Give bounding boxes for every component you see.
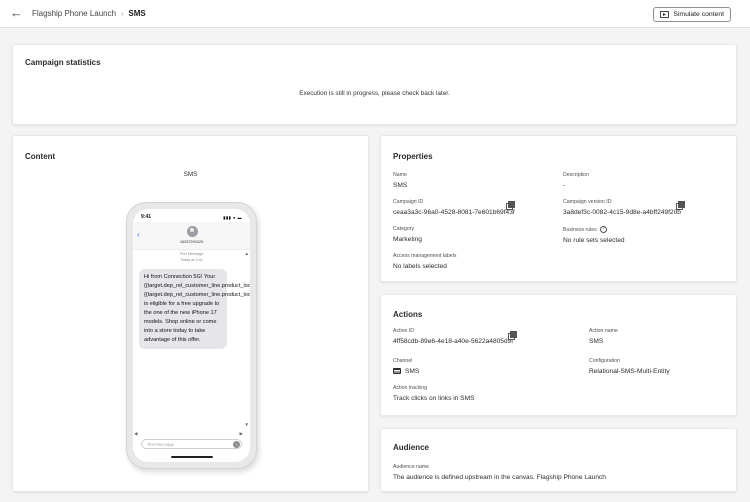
access-labels-field: Access management labels No labels selec…: [393, 253, 456, 270]
scroll-left-arrow-icon[interactable]: ◀: [134, 431, 137, 437]
breadcrumb-current: SMS: [128, 9, 146, 18]
audience-card: Audience Audience name The audience is d…: [380, 428, 737, 492]
business-rules-field: Business rules ? No rule sets selected: [563, 226, 625, 244]
action-name-field: Action name SMS: [589, 328, 618, 345]
simulate-content-label: Simulate content: [673, 11, 724, 18]
campaign-id-field: Campaign ID ceaa3a3c-96a0-4528-8081-7e60…: [393, 199, 515, 216]
channel-value-row: SMS: [393, 368, 419, 375]
thread-timestamp: Text Message Today at 9:41: [133, 252, 250, 263]
action-id-label: Action ID: [393, 328, 415, 334]
breadcrumb-campaign-link[interactable]: Flagship Phone Launch: [32, 9, 116, 18]
properties-title: Properties: [393, 152, 433, 161]
access-labels-value: No labels selected: [393, 263, 447, 270]
back-arrow-icon[interactable]: ←: [10, 6, 23, 19]
sender-number: 18337290025: [179, 240, 204, 244]
configuration-value: Relational-SMS-Multi-Entity: [589, 368, 670, 375]
business-rules-label-row: Business rules ?: [563, 226, 625, 233]
copy-campaign-version-icon[interactable]: [676, 201, 685, 210]
scroll-up-arrow-icon[interactable]: ▲: [245, 251, 249, 256]
configuration-field: Configuration Relational-SMS-Multi-Entit…: [589, 358, 670, 375]
audience-name-field: Audience name The audience is defined up…: [393, 464, 606, 481]
audience-name-value: The audience is defined upstream in the …: [393, 474, 606, 481]
thread-time: Today at 9:41: [180, 257, 203, 262]
action-tracking-label: Action tracking: [393, 385, 428, 391]
campaign-version-label: Campaign version ID: [563, 199, 612, 205]
statistics-status-message: Execution is still in progress, please c…: [299, 90, 450, 97]
campaign-statistics-title: Campaign statistics: [25, 58, 101, 67]
message-input-placeholder: Text Message: [147, 442, 175, 447]
scroll-right-arrow-icon[interactable]: ▶: [240, 431, 243, 437]
campaign-id-label: Campaign ID: [393, 199, 424, 205]
channel-field: Channel SMS: [393, 358, 419, 375]
action-id-field: Action ID 4ff58cdb-89e6-4e18-a40e-5622a4…: [393, 328, 513, 345]
phone-back-chevron-icon: ‹: [137, 230, 140, 239]
category-field: Category Marketing: [393, 226, 422, 243]
campaign-version-field: Campaign version ID 3a8def3c-0082-4c15-9…: [563, 199, 681, 216]
configuration-label: Configuration: [589, 358, 620, 364]
actions-title: Actions: [393, 310, 423, 319]
action-tracking-field: Action tracking Track clicks on links in…: [393, 385, 474, 402]
content-channel-label: SMS: [183, 171, 198, 178]
phone-time: 9:41: [141, 214, 152, 220]
channel-value: SMS: [405, 368, 420, 375]
phone-status-bar: 9:41 ▮▮▮ ● ▬: [141, 214, 242, 221]
breadcrumb: Flagship Phone Launch › SMS: [32, 9, 146, 18]
phone-preview: 9:41 ▮▮▮ ● ▬ ‹ 18337290025 Text Message …: [126, 202, 257, 469]
home-indicator: [170, 456, 213, 458]
properties-card: Properties Name SMS Description - Campai…: [380, 135, 737, 282]
content-card: Content SMS 9:41 ▮▮▮ ● ▬ ‹ 18337290025 T…: [12, 135, 369, 492]
send-arrow-icon: ↑: [233, 441, 240, 448]
campaign-statistics-card: Campaign statistics Execution is still i…: [12, 44, 737, 125]
name-field: Name SMS: [393, 172, 407, 189]
phone-screen: 9:41 ▮▮▮ ● ▬ ‹ 18337290025 Text Message …: [133, 209, 250, 462]
action-id-value: 4ff58cdb-89e6-4e18-a40e-5622a4805d9f: [393, 338, 514, 345]
contact-avatar-icon: [186, 226, 198, 237]
sms-message-bubble: Hi from Connection 5G! Your {{target.dep…: [139, 269, 250, 349]
simulate-content-button[interactable]: Simulate content: [653, 7, 731, 22]
content-title: Content: [25, 152, 56, 161]
top-bar: ← Flagship Phone Launch › SMS Simulate con…: [0, 0, 750, 28]
copy-campaign-id-icon[interactable]: [506, 201, 515, 210]
simulate-icon: [660, 11, 670, 18]
description-value: -: [563, 182, 566, 189]
scroll-down-arrow-icon[interactable]: ▼: [245, 422, 249, 427]
access-labels-label: Access management labels: [393, 253, 457, 259]
action-name-value: SMS: [589, 338, 604, 345]
audience-name-label: Audience name: [393, 464, 430, 470]
campaign-id-value: ceaa3a3c-96a0-4528-8081-7e601b69f43f: [393, 209, 515, 216]
category-value: Marketing: [393, 236, 422, 243]
description-label: Description: [563, 172, 589, 178]
campaign-version-value: 3a8def3c-0082-4c15-9d8e-a4bff249f20b: [563, 209, 681, 216]
name-value: SMS: [393, 182, 408, 189]
business-rules-value: No rule sets selected: [563, 237, 625, 244]
breadcrumb-separator: ›: [121, 11, 124, 18]
help-icon[interactable]: ?: [599, 226, 607, 233]
category-label: Category: [393, 226, 415, 232]
action-tracking-value: Track clicks on links in SMS: [393, 395, 475, 402]
business-rules-label: Business rules: [563, 226, 597, 233]
channel-label: Channel: [393, 358, 413, 364]
action-name-label: Action name: [589, 328, 618, 334]
sms-channel-icon: [393, 368, 401, 374]
name-label: Name: [393, 172, 407, 178]
actions-card: Actions Action ID 4ff58cdb-89e6-4e18-a40…: [380, 294, 737, 416]
copy-action-id-icon[interactable]: [508, 331, 517, 340]
message-contact-header: ‹ 18337290025: [133, 222, 250, 250]
signal-wifi-battery-icon: ▮▮▮ ● ▬: [223, 215, 242, 220]
audience-title: Audience: [393, 443, 430, 452]
description-field: Description -: [563, 172, 589, 189]
message-input-bar: Text Message ↑: [141, 439, 242, 449]
